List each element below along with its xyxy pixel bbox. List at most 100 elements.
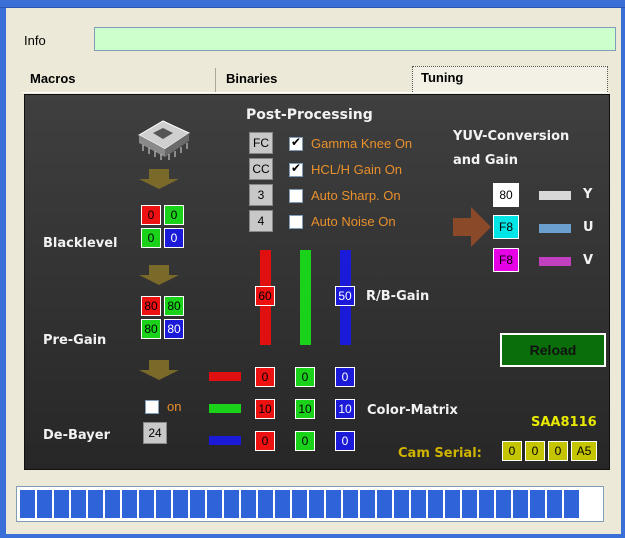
auto-sharp-label: Auto Sharp. On	[311, 188, 401, 203]
pregain-g1[interactable]: 80	[164, 296, 184, 316]
pregain-g2[interactable]: 80	[141, 319, 161, 339]
gamma-knee-checkbox[interactable]	[289, 135, 303, 151]
yuv-u-value[interactable]: F8	[493, 215, 519, 239]
progress-segment	[564, 490, 579, 518]
progress-segment	[445, 490, 460, 518]
chip-icon	[133, 111, 193, 163]
matrix-cell[interactable]: 0	[295, 431, 315, 451]
progress-segment	[139, 490, 154, 518]
flow-arrow-icon	[139, 360, 179, 380]
gamma-knee-label: Gamma Knee On	[311, 136, 413, 151]
progress-segment	[530, 490, 545, 518]
rb-gain-label: R/B-Gain	[366, 289, 430, 304]
tab-tuning[interactable]: Tuning	[412, 66, 608, 92]
yuv-v-label: V	[583, 253, 594, 268]
matrix-row-green	[209, 404, 241, 413]
auto-noise-checkbox[interactable]	[289, 215, 303, 229]
cam-serial-label: Cam Serial:	[398, 446, 482, 461]
progress-segment	[394, 490, 409, 518]
progress-segment	[411, 490, 426, 518]
progress-segment	[479, 490, 494, 518]
yuv-y-value[interactable]: 80	[493, 183, 519, 207]
debayer-value[interactable]: 24	[143, 422, 167, 444]
progress-segment	[377, 490, 392, 518]
progress-segment	[309, 490, 324, 518]
debayer-label: De-Bayer	[43, 428, 110, 443]
pp-button-fc[interactable]: FC	[249, 132, 273, 154]
cam-serial-byte: 0	[525, 441, 545, 461]
progress-segment	[122, 490, 137, 518]
progress-segment	[207, 490, 222, 518]
auto-sharp-checkbox[interactable]	[289, 189, 303, 203]
debayer-checkbox[interactable]	[145, 400, 159, 414]
progress-segment	[326, 490, 341, 518]
window-border-left	[0, 8, 6, 538]
yuv-u-swatch	[539, 224, 571, 233]
matrix-cell[interactable]: 10	[335, 399, 355, 419]
progress-segment	[224, 490, 239, 518]
tab-binaries[interactable]: Binaries	[218, 68, 412, 92]
yuv-v-value[interactable]: F8	[493, 248, 519, 272]
matrix-cell[interactable]: 0	[335, 367, 355, 387]
tab-macros[interactable]: Macros	[22, 68, 216, 92]
matrix-cell[interactable]: 0	[335, 431, 355, 451]
tab-strip: Macros Binaries Tuning	[22, 66, 608, 92]
pregain-label: Pre-Gain	[43, 333, 107, 348]
matrix-cell[interactable]: 0	[255, 367, 275, 387]
progress-bar	[16, 486, 604, 522]
tuning-panel: 0 0 0 0 Blacklevel 80 80 80 80 Pre-Gain …	[24, 94, 610, 470]
yuv-y-swatch	[539, 191, 571, 200]
yuv-v-swatch	[539, 257, 571, 266]
pregain-r[interactable]: 80	[141, 296, 161, 316]
matrix-cell[interactable]: 10	[295, 399, 315, 419]
progress-segment	[20, 490, 35, 518]
blue-gain-value[interactable]: 50	[335, 286, 355, 306]
hcl-gain-checkbox[interactable]	[289, 161, 303, 177]
blacklevel-b[interactable]: 0	[164, 228, 184, 248]
blacklevel-g1[interactable]: 0	[164, 205, 184, 225]
blacklevel-g2[interactable]: 0	[141, 228, 161, 248]
cam-serial-byte: 0	[502, 441, 522, 461]
yuv-subtitle: and Gain	[453, 153, 519, 168]
matrix-row-blue	[209, 436, 241, 445]
progress-segment	[513, 490, 528, 518]
yuv-u-label: U	[583, 220, 594, 235]
progress-segment	[105, 490, 120, 518]
progress-segment	[173, 490, 188, 518]
chip-model-label: SAA8116	[531, 415, 597, 430]
progress-segment	[156, 490, 171, 518]
progress-segment	[343, 490, 358, 518]
cam-serial-byte: 0	[548, 441, 568, 461]
hcl-gain-label: HCL/H Gain On	[311, 162, 403, 177]
pp-button-4[interactable]: 4	[249, 210, 273, 232]
matrix-cell[interactable]: 0	[255, 431, 275, 451]
yuv-y-label: Y	[583, 187, 593, 202]
matrix-cell[interactable]: 10	[255, 399, 275, 419]
window-border-bottom	[0, 534, 625, 538]
progress-segment	[258, 490, 273, 518]
matrix-cell[interactable]: 0	[295, 367, 315, 387]
green-gain-slider[interactable]	[300, 250, 311, 345]
progress-segment	[88, 490, 103, 518]
pregain-b[interactable]: 80	[164, 319, 184, 339]
progress-segment	[462, 490, 477, 518]
reload-button[interactable]: Reload	[500, 333, 606, 367]
title-bar-edge	[0, 0, 625, 8]
progress-segment	[428, 490, 443, 518]
post-processing-title: Post-Processing	[246, 107, 373, 123]
progress-segment	[54, 490, 69, 518]
red-gain-value[interactable]: 60	[255, 286, 275, 306]
progress-segment	[190, 490, 205, 518]
yuv-title: YUV-Conversion	[453, 129, 570, 144]
progress-segment	[275, 490, 290, 518]
blacklevel-r[interactable]: 0	[141, 205, 161, 225]
info-field[interactable]	[94, 27, 616, 51]
pp-button-3[interactable]: 3	[249, 184, 273, 206]
blacklevel-label: Blacklevel	[43, 236, 118, 251]
progress-segment	[496, 490, 511, 518]
progress-segment	[547, 490, 562, 518]
cam-serial-byte: A5	[571, 441, 597, 461]
pp-button-cc[interactable]: CC	[249, 158, 273, 180]
progress-segment	[292, 490, 307, 518]
window-border-right	[621, 8, 625, 538]
